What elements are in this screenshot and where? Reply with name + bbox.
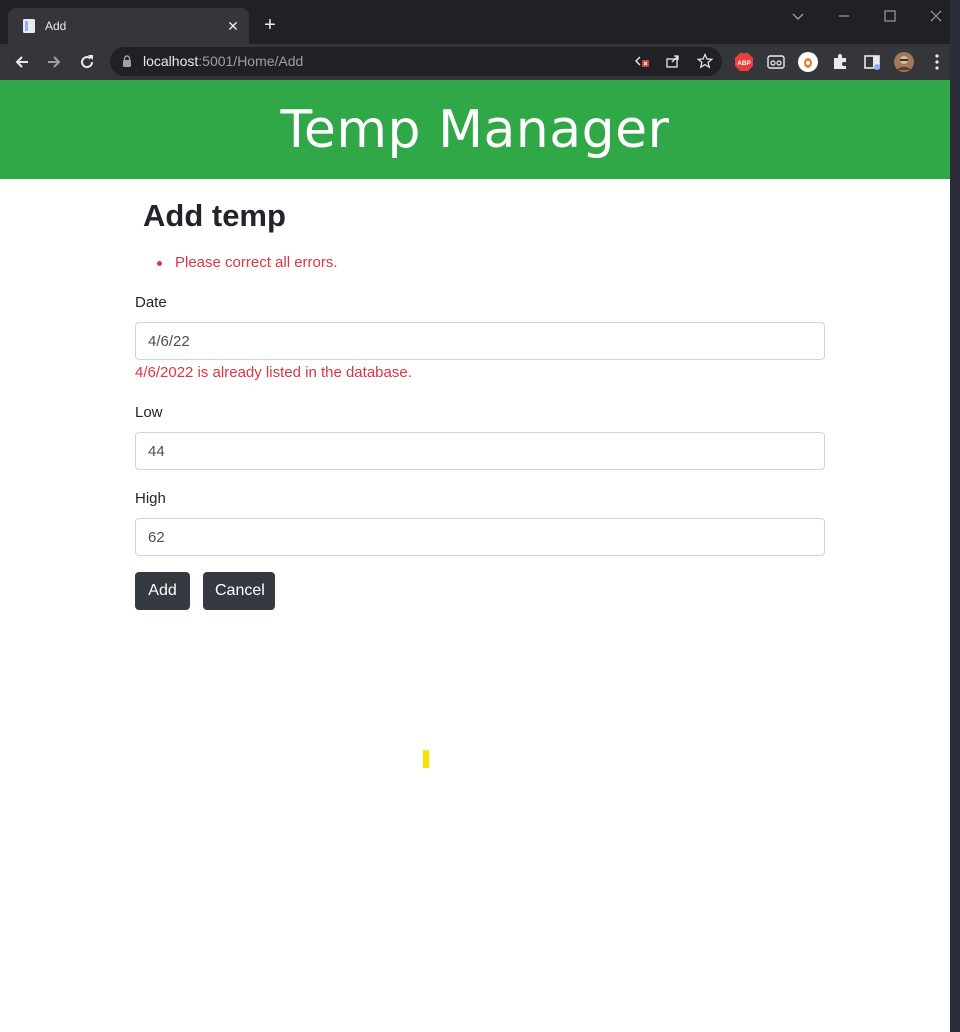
low-input[interactable]: [135, 432, 825, 470]
address-bar[interactable]: localhost:5001/Home/Add: [110, 47, 722, 76]
side-panel-icon[interactable]: [862, 52, 882, 72]
new-tab-button[interactable]: +: [260, 15, 280, 35]
profile-extension-icon[interactable]: [798, 52, 818, 72]
reader-extension-icon[interactable]: [766, 52, 786, 72]
tab-title: Add: [45, 19, 67, 33]
url-text[interactable]: localhost:5001/Home/Add: [143, 53, 303, 70]
browser-toolbar: localhost:5001/Home/Add ABP: [0, 44, 950, 80]
desktop-edge: [950, 0, 960, 1032]
browser-window: Add ✕ + localhost:5001/Home/Add ABP Temp…: [0, 0, 950, 1032]
bullet-icon: [157, 261, 162, 266]
share-icon[interactable]: [665, 53, 681, 69]
site-header: Temp Manager: [0, 80, 950, 179]
adblock-label: ABP: [737, 60, 751, 67]
maximize-icon[interactable]: [880, 6, 900, 26]
avatar[interactable]: [894, 52, 914, 72]
tab-add[interactable]: Add ✕: [8, 8, 249, 44]
validation-summary-message: Please correct all errors.: [175, 254, 338, 271]
site-title: Temp Manager: [280, 99, 670, 160]
page-title: Add temp: [143, 198, 286, 233]
page-icon: [23, 19, 35, 33]
date-label: Date: [135, 294, 167, 311]
reload-icon[interactable]: [77, 52, 97, 72]
close-window-icon[interactable]: [926, 6, 946, 26]
tab-strip: Add ✕ +: [0, 0, 950, 44]
code-blocked-icon[interactable]: [634, 53, 650, 69]
url-path: :5001/Home/Add: [198, 53, 304, 69]
bookmark-star-icon[interactable]: [697, 53, 713, 69]
minimize-icon[interactable]: [834, 6, 854, 26]
high-input[interactable]: [135, 518, 825, 556]
adblock-plus-icon[interactable]: ABP: [734, 52, 754, 72]
high-label: High: [135, 490, 166, 507]
puzzle-extensions-icon[interactable]: [830, 52, 850, 72]
close-tab-icon[interactable]: ✕: [225, 18, 241, 34]
tab-search-icon[interactable]: [788, 6, 808, 26]
low-label: Low: [135, 404, 163, 421]
url-host: localhost: [143, 53, 199, 69]
page-content: Temp Manager Add temp Please correct all…: [0, 80, 950, 1032]
date-input[interactable]: [135, 322, 825, 360]
more-menu-icon[interactable]: [927, 52, 947, 72]
lock-icon[interactable]: [120, 54, 134, 68]
cancel-button[interactable]: Cancel: [203, 572, 275, 610]
date-error-message: 4/6/2022 is already listed in the databa…: [135, 364, 412, 381]
back-arrow-icon[interactable]: [12, 52, 32, 72]
forward-arrow-icon[interactable]: [44, 52, 64, 72]
cursor-highlight: [423, 750, 429, 768]
add-button[interactable]: Add: [135, 572, 190, 610]
